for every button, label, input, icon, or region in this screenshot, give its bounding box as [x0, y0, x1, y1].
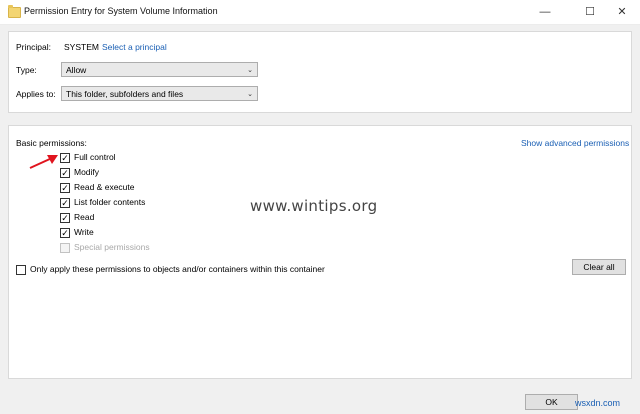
- permissions-panel: Basic permissions: Show advanced permiss…: [8, 125, 632, 379]
- watermark-text: www.wintips.org: [250, 197, 378, 215]
- check-icon: ✓: [61, 183, 69, 193]
- permission-checkbox[interactable]: ✓: [60, 168, 70, 178]
- permission-checkbox[interactable]: ✓: [60, 198, 70, 208]
- permission-label: Read: [74, 212, 95, 222]
- ok-button[interactable]: OK: [525, 394, 578, 410]
- permission-label: Full control: [74, 152, 116, 162]
- permission-label: List folder contents: [74, 197, 146, 207]
- permission-label: Modify: [74, 167, 100, 177]
- permission-checkbox[interactable]: ✓: [60, 183, 70, 193]
- permission-checkbox[interactable]: ✓: [60, 213, 70, 223]
- only-apply-checkbox[interactable]: [16, 265, 26, 275]
- minimize-button[interactable]: —: [527, 0, 563, 24]
- applies-to-select[interactable]: This folder, subfolders and files ⌄: [61, 86, 258, 101]
- permission-checkbox[interactable]: ✓: [60, 228, 70, 238]
- principal-panel: Principal: SYSTEM Select a principal Typ…: [8, 31, 632, 113]
- chevron-down-icon: ⌄: [247, 91, 253, 98]
- principal-value: SYSTEM: [64, 42, 99, 52]
- principal-label: Principal:: [16, 42, 51, 52]
- check-icon: ✓: [61, 168, 69, 178]
- credit-text: wsxdn.com: [575, 398, 621, 408]
- type-select[interactable]: Allow ⌄: [61, 62, 258, 77]
- basic-permissions-heading: Basic permissions:: [16, 138, 87, 148]
- applies-to-select-value: This folder, subfolders and files: [66, 89, 184, 99]
- applies-to-label: Applies to:: [16, 89, 56, 99]
- maximize-button[interactable]: ☐: [572, 0, 608, 24]
- check-icon: ✓: [61, 228, 69, 238]
- permission-label: Special permissions: [74, 242, 150, 252]
- chevron-down-icon: ⌄: [247, 67, 253, 74]
- check-icon: ✓: [61, 198, 69, 208]
- show-advanced-permissions-link[interactable]: Show advanced permissions: [521, 138, 629, 148]
- permission-label: Read & execute: [74, 182, 135, 192]
- type-select-value: Allow: [66, 65, 87, 75]
- window-title: Permission Entry for System Volume Infor…: [24, 6, 218, 16]
- annotation-arrow-icon: [29, 155, 58, 169]
- permission-label: Write: [74, 227, 94, 237]
- type-label: Type:: [16, 65, 37, 75]
- check-icon: ✓: [61, 153, 69, 163]
- check-icon: ✓: [61, 213, 69, 223]
- select-principal-link[interactable]: Select a principal: [102, 42, 167, 52]
- clear-all-button[interactable]: Clear all: [572, 259, 626, 275]
- permission-checkbox[interactable]: ✓: [60, 153, 70, 163]
- folder-icon: [8, 5, 21, 18]
- only-apply-label: Only apply these permissions to objects …: [30, 264, 325, 274]
- permission-checkbox: [60, 243, 70, 253]
- close-button[interactable]: ✕: [604, 0, 640, 24]
- title-bar: Permission Entry for System Volume Infor…: [0, 0, 640, 25]
